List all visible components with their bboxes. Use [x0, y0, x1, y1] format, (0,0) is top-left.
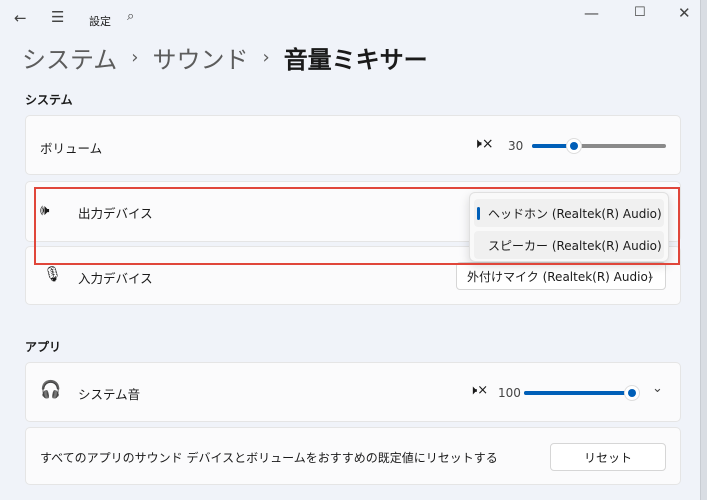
microphone-icon: 🎙 [43, 265, 63, 283]
system-sound-label: システム音 [78, 387, 141, 402]
reset-button[interactable]: リセット [550, 443, 666, 471]
system-sound-value: 100 [498, 386, 521, 400]
system-sound-card: 🎧 システム音 🕨× 100 ⌄ [25, 362, 681, 422]
minimize-button[interactable]: — [584, 4, 599, 22]
chevron-right-icon: › [262, 47, 270, 68]
speaker-mute-icon[interactable]: 🕨× [469, 383, 488, 398]
breadcrumb: システム › サウンド › 音量ミキサー [22, 40, 428, 75]
speaker-mute-icon[interactable]: 🕨× [473, 136, 494, 152]
maximize-button[interactable]: ☐ [634, 5, 646, 20]
headphones-icon: 🎧 [40, 380, 62, 400]
system-sound-slider[interactable] [524, 385, 640, 401]
volume-slider-thumb[interactable] [566, 138, 582, 154]
reset-description: すべてのアプリのサウンド デバイスとボリュームをおすすめの既定値にリセットする [40, 451, 498, 465]
reset-card: すべてのアプリのサウンド デバイスとボリュームをおすすめの既定値にリセットする … [25, 427, 681, 485]
highlight-box [34, 187, 680, 265]
hamburger-menu-button[interactable]: ☰ [51, 8, 64, 26]
back-button[interactable]: ← [14, 9, 27, 27]
close-button[interactable]: ✕ [678, 4, 691, 22]
expand-chevron-icon[interactable]: ⌄ [652, 381, 663, 396]
input-device-dropdown[interactable]: 外付けマイク (Realtek(R) Audio) ⌄ [456, 262, 666, 290]
window-title: 設定 [89, 15, 111, 28]
section-title-apps: アプリ [25, 340, 62, 354]
system-sound-slider-thumb[interactable] [624, 385, 640, 401]
page-title: 音量ミキサー [283, 46, 428, 74]
settings-window: ← ☰ 設定 ⌕ — ☐ ✕ システム › サウンド › 音量ミキサー システム… [0, 0, 701, 500]
chevron-down-icon: ⌄ [646, 270, 655, 282]
system-sound-slider-fill [524, 391, 636, 395]
chevron-right-icon: › [131, 47, 139, 68]
search-button[interactable]: ⌕ [127, 9, 134, 24]
volume-slider[interactable] [532, 138, 666, 154]
volume-card: ボリューム 🕨× 30 [25, 115, 681, 175]
volume-label: ボリューム [40, 141, 103, 156]
breadcrumb-system[interactable]: システム [22, 40, 117, 75]
volume-value: 30 [508, 139, 524, 153]
input-device-value: 外付けマイク (Realtek(R) Audio) [467, 269, 653, 284]
section-title-system: システム [25, 93, 73, 107]
input-device-label: 入力デバイス [78, 271, 153, 286]
breadcrumb-sound[interactable]: サウンド [152, 40, 248, 75]
